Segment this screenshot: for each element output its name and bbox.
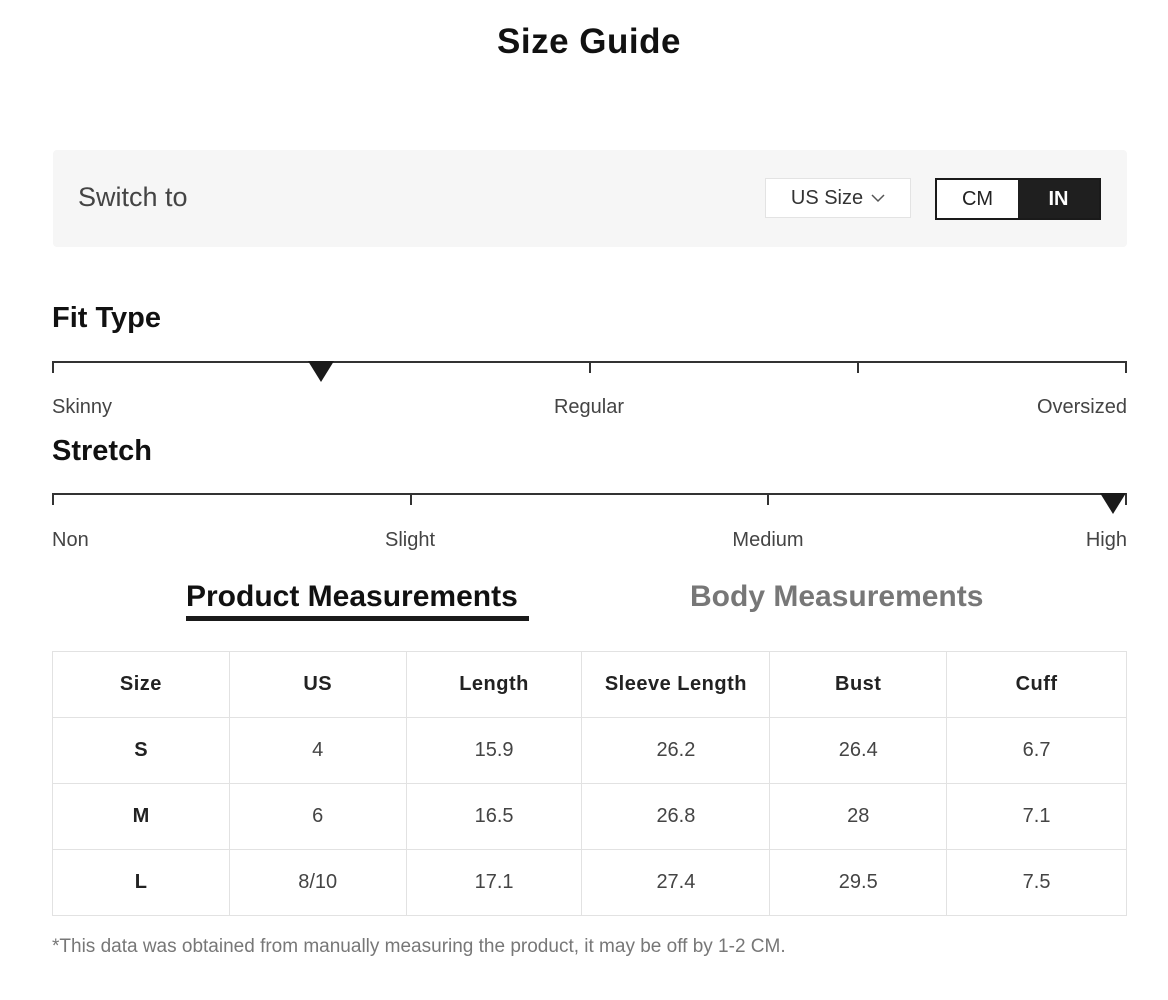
fit-type-scale <box>52 361 1127 382</box>
table-cell: 16.5 <box>405 783 583 850</box>
table-row: M 6 16.5 26.8 28 7.1 <box>52 783 1127 850</box>
size-system-select[interactable]: US Size <box>765 178 911 218</box>
col-us: US <box>228 651 407 718</box>
size-guide-page: Size Guide Switch to US Size CM IN Fit T… <box>0 0 1168 1000</box>
table-cell: L <box>52 849 230 916</box>
table-cell: M <box>52 783 230 850</box>
table-cell: 17.1 <box>405 849 583 916</box>
table-cell: 7.5 <box>946 849 1127 916</box>
stretch-tick <box>767 493 769 505</box>
fit-label-skinny: Skinny <box>52 396 113 418</box>
switch-label: Switch to <box>78 182 188 212</box>
stretch-label-slight: Slight <box>384 529 436 551</box>
table-cell: 8/10 <box>228 849 407 916</box>
table-cell: S <box>52 717 230 784</box>
table-cell: 27.4 <box>581 849 771 916</box>
table-cell: 15.9 <box>405 717 583 784</box>
table-row: S 4 15.9 26.2 26.4 6.7 <box>52 717 1127 784</box>
active-tab-underline <box>186 616 529 621</box>
stretch-heading: Stretch <box>52 435 152 467</box>
stretch-scale-line <box>52 493 1127 495</box>
stretch-label-high: High <box>1085 529 1127 551</box>
table-cell: 26.8 <box>581 783 771 850</box>
table-row: L 8/10 17.1 27.4 29.5 7.5 <box>52 849 1127 916</box>
page-title: Size Guide <box>497 22 681 61</box>
fit-type-labels: Skinny Regular Oversized <box>52 396 1127 420</box>
stretch-scale <box>52 493 1127 514</box>
table-cell: 26.2 <box>581 717 771 784</box>
stretch-labels: Non Slight Medium High <box>52 529 1127 553</box>
unit-cm-button[interactable]: CM <box>937 180 1018 218</box>
fit-tick <box>857 361 859 373</box>
stretch-tick <box>52 493 54 505</box>
col-size: Size <box>52 651 230 718</box>
fit-tick <box>1125 361 1127 373</box>
col-sleeve-length: Sleeve Length <box>581 651 771 718</box>
tab-product-measurements[interactable]: Product Measurements <box>186 580 518 614</box>
table-header-row: Size US Length Sleeve Length Bust Cuff <box>52 651 1127 718</box>
unit-in-button[interactable]: IN <box>1018 180 1099 218</box>
table-cell: 29.5 <box>769 849 948 916</box>
fit-label-oversized: Oversized <box>1036 396 1127 418</box>
table-cell: 4 <box>228 717 407 784</box>
col-cuff: Cuff <box>946 651 1127 718</box>
table-cell: 6.7 <box>946 717 1127 784</box>
stretch-label-non: Non <box>52 529 89 551</box>
col-bust: Bust <box>769 651 948 718</box>
size-system-value: US Size <box>790 186 864 209</box>
table-cell: 26.4 <box>769 717 948 784</box>
fit-tick <box>589 361 591 373</box>
stretch-level-pointer <box>1100 493 1126 514</box>
col-length: Length <box>405 651 583 718</box>
switch-bar: Switch to US Size CM IN <box>53 150 1127 247</box>
stretch-tick <box>410 493 412 505</box>
stretch-label-medium: Medium <box>732 529 804 551</box>
tab-body-measurements[interactable]: Body Measurements <box>690 580 983 614</box>
chevron-down-icon <box>871 190 885 206</box>
unit-toggle: CM IN <box>935 178 1101 220</box>
fit-level-pointer <box>308 361 334 382</box>
fit-type-heading: Fit Type <box>52 302 162 334</box>
table-cell: 6 <box>228 783 407 850</box>
measurement-note: *This data was obtained from manually me… <box>52 936 786 957</box>
fit-label-regular: Regular <box>553 396 625 418</box>
table-cell: 7.1 <box>946 783 1127 850</box>
table-cell: 28 <box>769 783 948 850</box>
fit-tick <box>52 361 54 373</box>
size-table: Size US Length Sleeve Length Bust Cuff S… <box>52 651 1127 916</box>
